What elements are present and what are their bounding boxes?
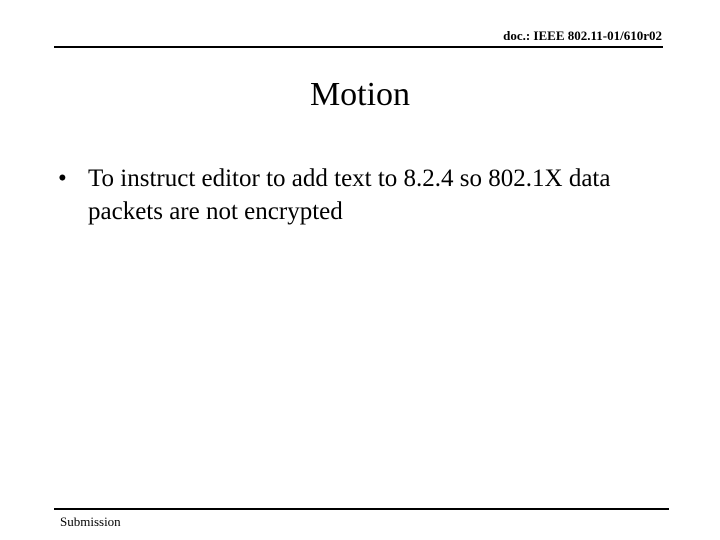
slide-title: Motion [309, 76, 411, 113]
footer-submission-label: Submission [60, 514, 121, 529]
header-divider [54, 46, 663, 48]
bullet-text: To instruct editor to add text to 8.2.4 … [88, 165, 611, 225]
document-id: doc.: IEEE 802.11-01/610r02 [503, 28, 662, 43]
footer-divider [54, 508, 669, 510]
bullet-item: • To instruct editor to add text to 8.2.… [58, 162, 678, 228]
bullet-icon: • [58, 165, 67, 192]
bullet-list: • To instruct editor to add text to 8.2.… [58, 162, 678, 228]
